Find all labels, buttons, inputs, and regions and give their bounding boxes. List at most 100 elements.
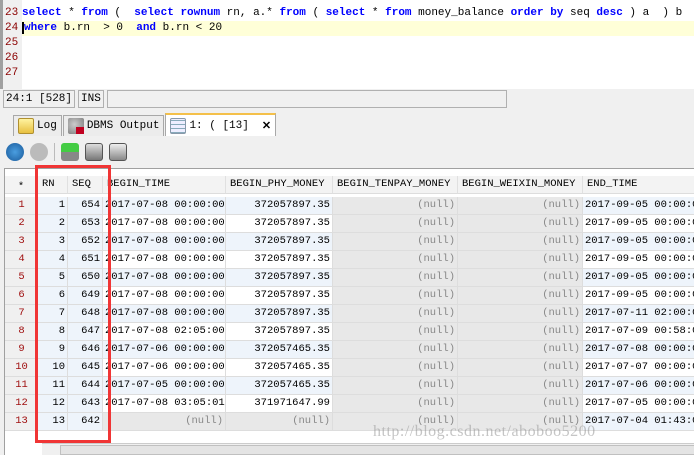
column-header-begin-weixin-money[interactable]: BEGIN_WEIXIN_MONEY [458, 176, 583, 194]
table-cell[interactable]: (null) [333, 287, 458, 305]
scrollbar-thumb[interactable] [60, 445, 694, 455]
row-number[interactable]: 6 [5, 287, 38, 305]
table-cell[interactable]: (null) [333, 395, 458, 413]
table-cell[interactable]: 372057897.35 [226, 287, 333, 305]
tab-dbms-output[interactable]: DBMS Output [62, 115, 165, 136]
table-cell[interactable]: 2017-07-05 00:00:00 [583, 395, 694, 413]
row-number[interactable]: 8 [5, 323, 38, 341]
table-cell[interactable]: 2017-07-05 00:00:00 [103, 377, 226, 395]
table-cell[interactable]: (null) [458, 377, 583, 395]
table-cell[interactable]: 2017-07-08 00:00:00 [103, 251, 226, 269]
table-cell[interactable]: (null) [333, 269, 458, 287]
close-tab-icon[interactable]: ✕ [262, 119, 271, 133]
grid-toolbar [6, 140, 127, 164]
row-number[interactable]: 11 [5, 377, 38, 395]
column-header-begin-phy-money[interactable]: BEGIN_PHY_MONEY [226, 176, 333, 194]
column-header-begin-time[interactable]: BEGIN_TIME [103, 176, 226, 194]
row-number[interactable]: 3 [5, 233, 38, 251]
export-icon[interactable] [61, 143, 79, 161]
table-cell[interactable]: (null) [333, 323, 458, 341]
table-cell[interactable]: 2017-09-05 00:00:00 [583, 251, 694, 269]
horizontal-scrollbar[interactable] [42, 443, 694, 455]
table-cell[interactable]: (null) [458, 269, 583, 287]
table-cell[interactable]: 2017-07-08 02:05:00 [103, 323, 226, 341]
table-cell[interactable]: 371971647.99 [226, 395, 333, 413]
refresh-icon[interactable] [6, 143, 24, 161]
table-cell[interactable]: 2017-07-08 00:00:00 [583, 341, 694, 359]
editor-line[interactable]: 23 select * from ( select rownum rn, a.* … [3, 6, 694, 21]
table-cell[interactable]: 2017-07-04 01:43:01 [583, 413, 694, 431]
table-cell[interactable]: (null) [458, 287, 583, 305]
table-cell[interactable]: (null) [333, 251, 458, 269]
table-cell[interactable]: (null) [458, 305, 583, 323]
editor-line[interactable]: 24 where b.rn > 0 and b.rn < 20 [3, 21, 694, 36]
table-cell[interactable]: (null) [458, 323, 583, 341]
tab-result-grid[interactable]: 1: ( [13] ✕ [165, 113, 277, 136]
table-cell[interactable]: (null) [333, 233, 458, 251]
table-cell[interactable]: 2017-07-08 00:00:00 [103, 269, 226, 287]
table-cell[interactable]: 372057897.35 [226, 251, 333, 269]
row-number[interactable]: 13 [5, 413, 38, 431]
table-cell[interactable]: 2017-07-06 00:00:00 [103, 341, 226, 359]
table-cell[interactable]: (null) [333, 197, 458, 215]
editor-line[interactable]: 25 [3, 36, 694, 51]
table-cell[interactable]: (null) [458, 341, 583, 359]
column-header-begin-tenpay-money[interactable]: BEGIN_TENPAY_MONEY [333, 176, 458, 194]
table-cell[interactable]: (null) [333, 341, 458, 359]
table-cell[interactable]: (null) [458, 359, 583, 377]
table-cell[interactable]: (null) [458, 395, 583, 413]
table-cell[interactable]: 2017-07-06 00:00:00 [103, 359, 226, 377]
stop-icon[interactable] [30, 143, 48, 161]
row-marker: * [5, 176, 38, 194]
table-cell[interactable]: 2017-09-05 00:00:00 [583, 269, 694, 287]
table-cell[interactable]: 2017-09-05 00:00:00 [583, 197, 694, 215]
table-cell[interactable]: 372057897.35 [226, 323, 333, 341]
table-cell[interactable]: (null) [333, 215, 458, 233]
table-cell[interactable]: 372057465.35 [226, 359, 333, 377]
table-cell[interactable]: (null) [458, 233, 583, 251]
table-cell[interactable]: (null) [333, 359, 458, 377]
sql-editor[interactable]: 23 select * from ( select rownum rn, a.* … [0, 0, 694, 89]
table-cell[interactable]: 2017-07-07 00:00:00 [583, 359, 694, 377]
table-cell[interactable]: 372057897.35 [226, 215, 333, 233]
table-cell[interactable]: 372057897.35 [226, 305, 333, 323]
print-icon[interactable] [85, 143, 103, 161]
tab-log[interactable]: Log [13, 115, 62, 136]
table-cell[interactable]: 2017-07-11 02:00:00 [583, 305, 694, 323]
row-number[interactable]: 9 [5, 341, 38, 359]
table-cell[interactable]: (null) [458, 251, 583, 269]
table-cell[interactable]: (null) [458, 197, 583, 215]
table-cell[interactable]: 2017-07-08 00:00:00 [103, 197, 226, 215]
table-cell[interactable]: (null) [226, 413, 333, 431]
editor-line[interactable]: 27 [3, 66, 694, 81]
table-cell[interactable]: 2017-07-08 00:00:00 [103, 215, 226, 233]
row-number[interactable]: 7 [5, 305, 38, 323]
find-icon[interactable] [109, 143, 127, 161]
row-number[interactable]: 5 [5, 269, 38, 287]
table-cell[interactable]: 2017-07-08 00:00:00 [103, 287, 226, 305]
table-cell[interactable]: 372057897.35 [226, 233, 333, 251]
table-cell[interactable]: 372057465.35 [226, 377, 333, 395]
table-cell[interactable]: 2017-09-05 00:00:00 [583, 215, 694, 233]
table-cell[interactable]: 2017-07-09 00:58:00 [583, 323, 694, 341]
table-cell[interactable]: 2017-09-05 00:00:00 [583, 233, 694, 251]
column-header-end-time[interactable]: END_TIME [583, 176, 694, 194]
editor-line[interactable]: 26 [3, 51, 694, 66]
table-cell[interactable]: (null) [333, 305, 458, 323]
row-number[interactable]: 4 [5, 251, 38, 269]
table-cell[interactable]: 2017-07-08 03:05:01 [103, 395, 226, 413]
table-cell[interactable]: 2017-09-05 00:00:00 [583, 287, 694, 305]
table-cell[interactable]: 372057897.35 [226, 269, 333, 287]
table-cell[interactable]: 2017-07-06 00:00:00 [583, 377, 694, 395]
table-cell[interactable]: (null) [458, 215, 583, 233]
table-cell[interactable]: 372057897.35 [226, 197, 333, 215]
table-cell[interactable]: (null) [103, 413, 226, 431]
row-number[interactable]: 10 [5, 359, 38, 377]
table-cell[interactable]: 2017-07-08 00:00:00 [103, 305, 226, 323]
table-cell[interactable]: 372057465.35 [226, 341, 333, 359]
row-number[interactable]: 12 [5, 395, 38, 413]
row-number[interactable]: 1 [5, 197, 38, 215]
table-cell[interactable]: (null) [333, 377, 458, 395]
row-number[interactable]: 2 [5, 215, 38, 233]
table-cell[interactable]: 2017-07-08 00:00:00 [103, 233, 226, 251]
